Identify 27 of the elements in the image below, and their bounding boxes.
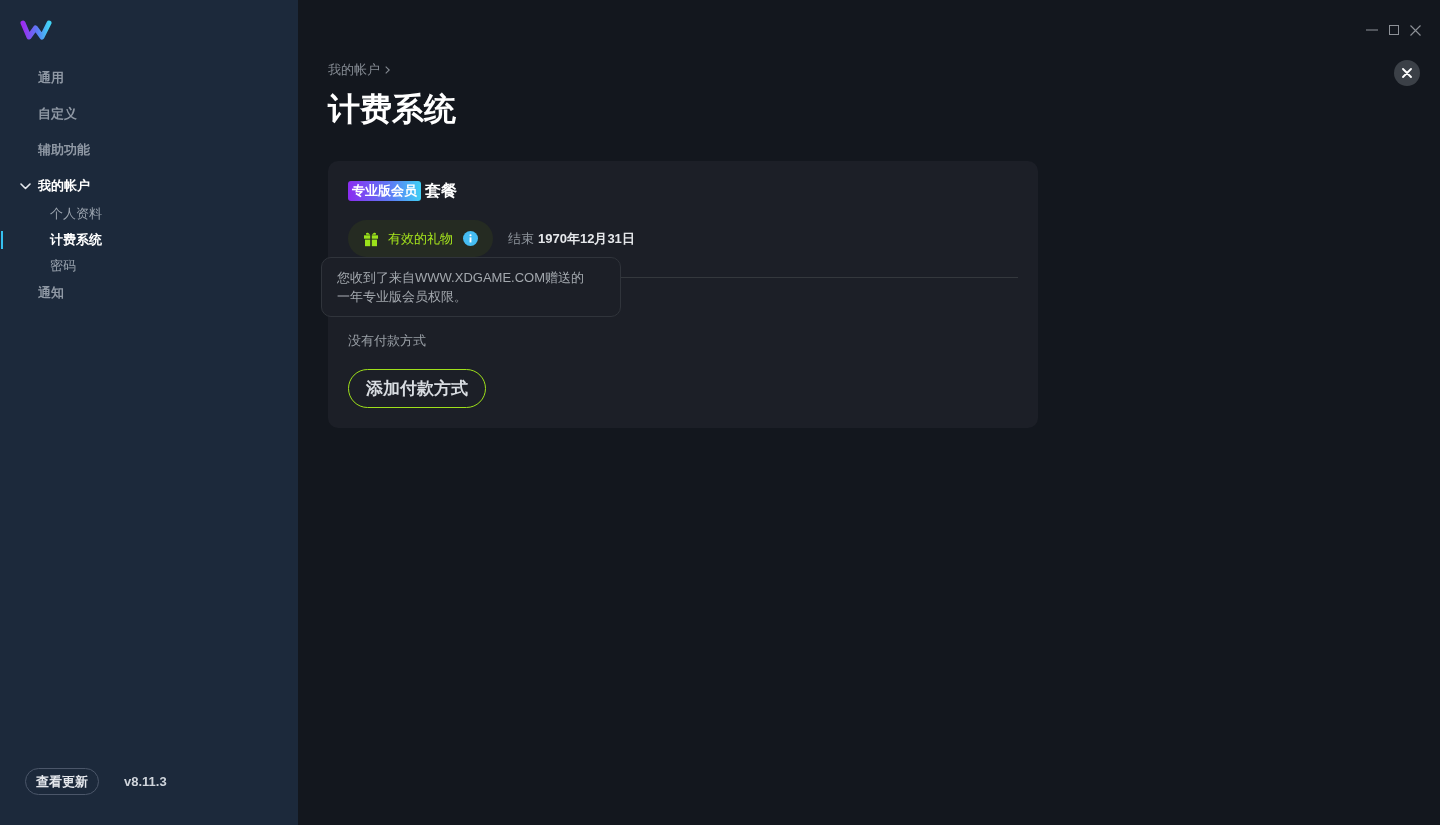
- breadcrumb-link[interactable]: 我的帐户: [328, 62, 380, 78]
- end-date: 1970年12月31日: [538, 229, 635, 248]
- sidebar-item[interactable]: 辅助功能: [38, 141, 90, 159]
- sidebar-subitem[interactable]: 密码: [50, 257, 76, 275]
- gift-status-text: 有效的礼物: [388, 229, 453, 248]
- end-label: 结束: [508, 229, 534, 248]
- chevron-right-icon: [385, 66, 390, 74]
- info-icon[interactable]: [463, 231, 478, 246]
- app-logo: [20, 20, 52, 40]
- tooltip: 您收到了来自WWW.XDGAME.COM赠送的一年专业版会员权限。: [321, 257, 621, 317]
- no-payment-text: 没有付款方式: [348, 332, 427, 350]
- sidebar-subitem[interactable]: 计费系统: [50, 231, 102, 249]
- close-icon: [1402, 68, 1412, 78]
- sidebar-item[interactable]: 通用: [38, 69, 64, 87]
- version-label: v8.11.3: [124, 774, 167, 789]
- chevron-down-icon[interactable]: [20, 182, 31, 190]
- close-icon[interactable]: [1410, 24, 1421, 36]
- sidebar-item[interactable]: 我的帐户: [38, 177, 90, 195]
- sidebar-item[interactable]: 通知: [38, 284, 64, 302]
- sidebar-subitem[interactable]: 个人资料: [50, 205, 102, 223]
- close-button[interactable]: [1394, 60, 1420, 86]
- plan-label: 套餐: [425, 180, 457, 201]
- page-title: 计费系统: [328, 90, 457, 129]
- sidebar-item[interactable]: 自定义: [38, 105, 77, 123]
- gift-icon: [363, 230, 379, 247]
- maximize-icon[interactable]: [1389, 25, 1399, 35]
- plan-badge: 专业版会员: [348, 181, 421, 201]
